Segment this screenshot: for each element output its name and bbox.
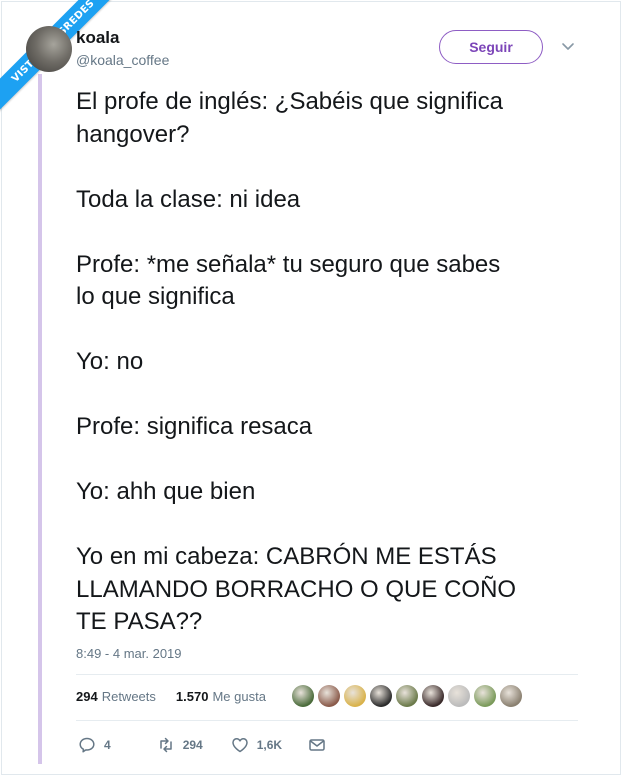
liker-avatar[interactable] (370, 685, 392, 707)
heart-icon (231, 738, 248, 753)
divider (76, 674, 578, 675)
liker-avatar[interactable] (318, 685, 340, 707)
reply-icon (79, 737, 95, 753)
user-name[interactable]: koala (76, 28, 119, 48)
thread-line (38, 74, 42, 764)
liker-avatar[interactable] (422, 685, 444, 707)
chevron-down-icon[interactable] (560, 38, 576, 54)
avatar[interactable] (26, 26, 72, 72)
like-button[interactable]: 1,6K (231, 736, 282, 754)
likes-label[interactable]: Me gusta (212, 689, 265, 704)
reply-count: 4 (104, 738, 111, 752)
retweet-button[interactable]: 294 (157, 736, 203, 754)
likers-avatars (292, 685, 522, 707)
retweets-label[interactable]: Retweets (102, 689, 156, 704)
mail-icon (309, 739, 325, 751)
like-count: 1,6K (256, 738, 283, 752)
divider (76, 720, 578, 721)
tweet-text: El profe de inglés: ¿Sabéis que signific… (76, 88, 517, 635)
user-handle[interactable]: @koala_coffee (76, 52, 169, 68)
liker-avatar[interactable] (500, 685, 522, 707)
liker-avatar[interactable] (344, 685, 366, 707)
reply-button[interactable]: 4 (78, 736, 111, 754)
follow-button[interactable]: Seguir (439, 30, 543, 64)
liker-avatar[interactable] (448, 685, 470, 707)
tweet-timestamp[interactable]: 8:49 - 4 mar. 2019 (76, 646, 182, 661)
tweet-stats: 294 Retweets 1.570 Me gusta (76, 689, 266, 704)
retweet-icon (159, 737, 172, 753)
likes-count[interactable]: 1.570 (176, 689, 209, 704)
retweets-count[interactable]: 294 (76, 689, 98, 704)
tweet-actions: 4 294 1,6K (78, 736, 326, 754)
message-button[interactable] (308, 736, 326, 754)
liker-avatar[interactable] (292, 685, 314, 707)
liker-avatar[interactable] (396, 685, 418, 707)
liker-avatar[interactable] (474, 685, 496, 707)
retweet-count: 294 (182, 738, 203, 752)
